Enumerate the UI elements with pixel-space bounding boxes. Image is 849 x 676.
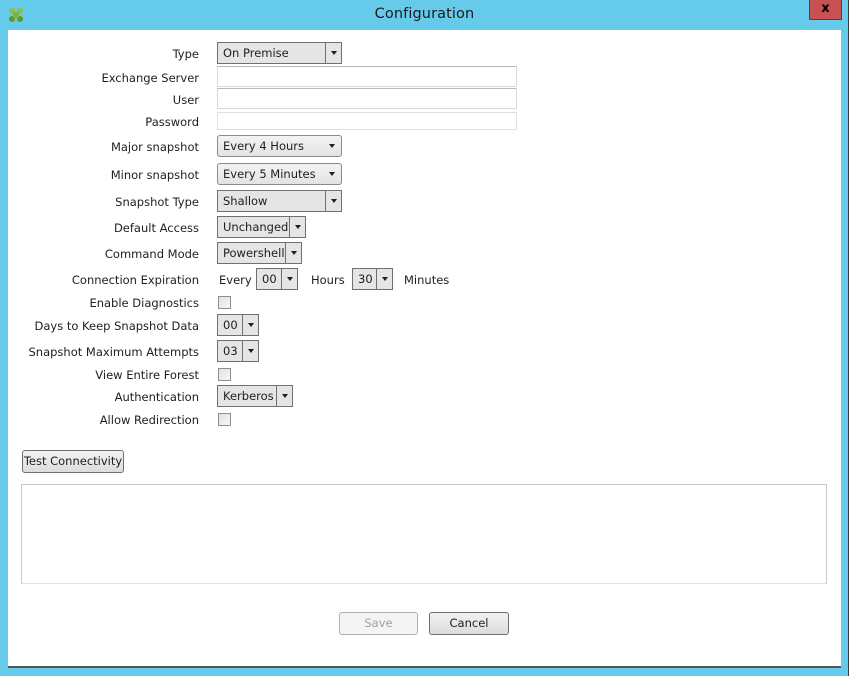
view-entire-forest-label: View Entire Forest xyxy=(95,368,199,382)
default-access-value: Unchanged xyxy=(223,220,289,234)
type-label: Type xyxy=(172,47,199,61)
chevron-down-icon xyxy=(325,43,341,63)
test-connectivity-button[interactable]: Test Connectivity xyxy=(22,450,124,473)
type-dropdown[interactable]: On Premise xyxy=(217,42,342,64)
exchange-server-input[interactable] xyxy=(217,66,517,87)
close-icon: x xyxy=(821,1,830,16)
allow-redirection-label: Allow Redirection xyxy=(99,413,199,427)
expiration-hours-dropdown[interactable]: 00 xyxy=(256,268,298,290)
expiration-hours-value: 00 xyxy=(262,272,277,286)
default-access-dropdown[interactable]: Unchanged xyxy=(217,216,306,238)
authentication-label: Authentication xyxy=(114,390,199,404)
hours-label: Hours xyxy=(311,273,345,287)
major-snapshot-value: Every 4 Hours xyxy=(223,139,304,153)
command-mode-label: Command Mode xyxy=(104,247,199,261)
minor-snapshot-label: Minor snapshot xyxy=(110,168,199,182)
chevron-down-icon xyxy=(242,341,258,361)
password-input[interactable] xyxy=(217,112,517,130)
chevron-down-icon xyxy=(376,269,392,289)
chevron-down-icon xyxy=(323,164,341,184)
chevron-down-icon xyxy=(242,315,258,335)
every-label: Every xyxy=(219,273,252,287)
output-textarea[interactable] xyxy=(21,484,827,584)
chevron-down-icon xyxy=(325,191,341,211)
snapshot-type-label: Snapshot Type xyxy=(115,195,199,209)
days-to-keep-value: 00 xyxy=(223,318,238,332)
chevron-down-icon xyxy=(281,269,297,289)
user-input[interactable] xyxy=(217,88,517,109)
command-mode-value: Powershell xyxy=(223,246,285,260)
minor-snapshot-value: Every 5 Minutes xyxy=(223,167,316,181)
user-label: User xyxy=(172,93,199,107)
max-attempts-label: Snapshot Maximum Attempts xyxy=(28,345,200,359)
chevron-down-icon xyxy=(276,386,292,406)
minor-snapshot-dropdown[interactable]: Every 5 Minutes xyxy=(217,163,342,185)
title-bar[interactable]: Configuration x xyxy=(0,0,849,30)
allow-redirection-checkbox[interactable] xyxy=(218,413,231,426)
chevron-down-icon xyxy=(285,243,301,263)
cancel-button[interactable]: Cancel xyxy=(429,612,509,635)
command-mode-dropdown[interactable]: Powershell xyxy=(217,242,302,264)
save-button[interactable]: Save xyxy=(339,612,418,635)
exchange-server-label: Exchange Server xyxy=(101,71,199,85)
view-entire-forest-checkbox[interactable] xyxy=(218,368,231,381)
snapshot-type-value: Shallow xyxy=(223,194,268,208)
expiration-minutes-dropdown[interactable]: 30 xyxy=(352,268,393,290)
authentication-value: Kerberos xyxy=(223,389,274,403)
snapshot-type-dropdown[interactable]: Shallow xyxy=(217,190,342,212)
major-snapshot-dropdown[interactable]: Every 4 Hours xyxy=(217,135,342,157)
type-value: On Premise xyxy=(223,46,289,60)
authentication-dropdown[interactable]: Kerberos xyxy=(217,385,293,407)
dialog-content: Type On Premise Exchange Server User Pas… xyxy=(8,30,841,668)
minutes-label: Minutes xyxy=(404,273,450,287)
expiration-minutes-value: 30 xyxy=(358,272,373,286)
connection-expiration-label: Connection Expiration xyxy=(71,273,199,287)
enable-diagnostics-label: Enable Diagnostics xyxy=(89,296,199,310)
major-snapshot-label: Major snapshot xyxy=(110,140,199,154)
chevron-down-icon xyxy=(289,217,305,237)
days-to-keep-label: Days to Keep Snapshot Data xyxy=(34,319,199,333)
max-attempts-value: 03 xyxy=(223,344,238,358)
window-title: Configuration xyxy=(374,6,475,22)
enable-diagnostics-checkbox[interactable] xyxy=(218,296,231,309)
max-attempts-dropdown[interactable]: 03 xyxy=(217,340,259,362)
default-access-label: Default Access xyxy=(113,221,199,235)
chevron-down-icon xyxy=(323,136,341,156)
days-to-keep-dropdown[interactable]: 00 xyxy=(217,314,259,336)
configuration-window: Configuration x Type On Premise Exchange… xyxy=(0,0,849,676)
password-label: Password xyxy=(145,115,199,129)
close-button[interactable]: x xyxy=(809,0,842,20)
